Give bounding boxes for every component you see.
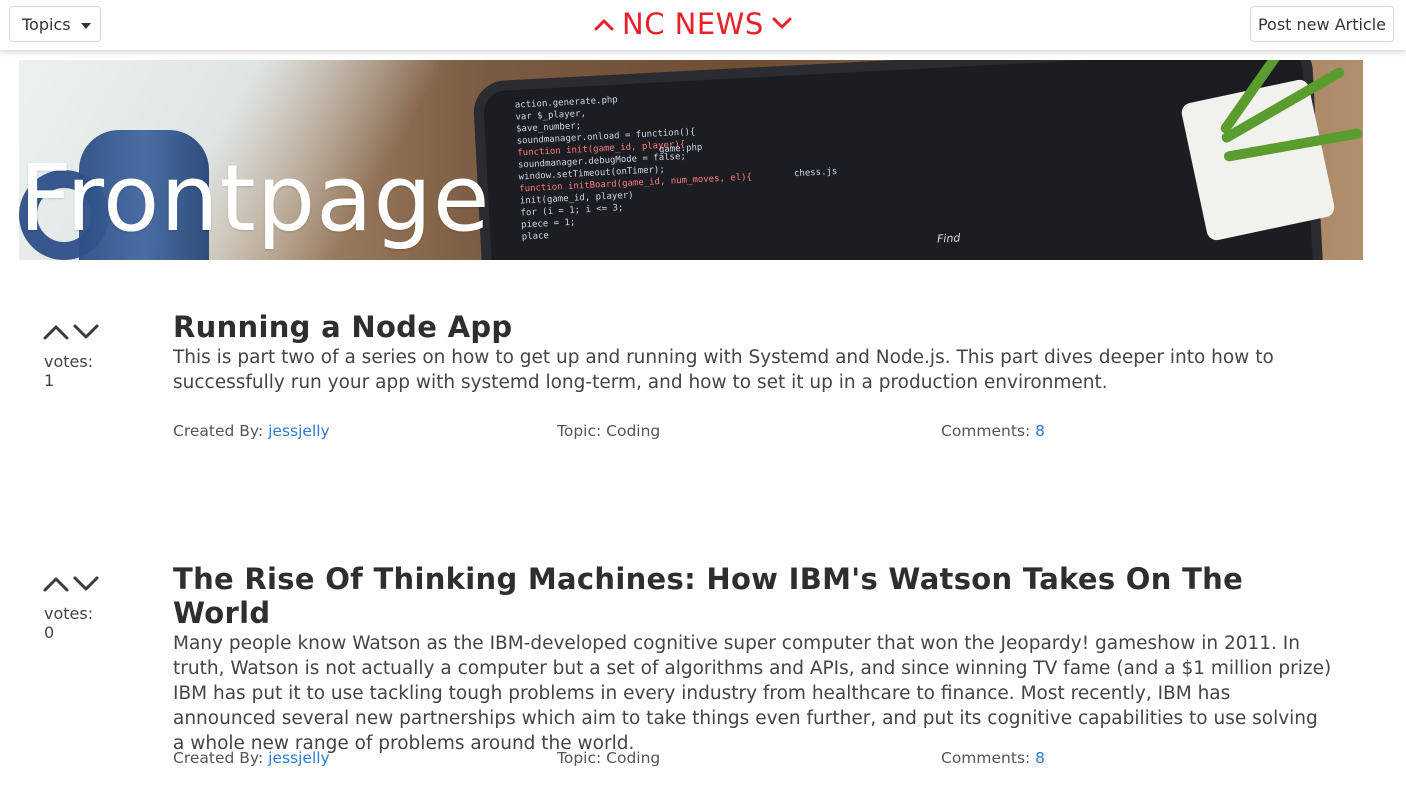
comments-field: Comments: 8	[941, 749, 1045, 767]
comments-prefix: Comments:	[941, 749, 1036, 767]
author-prefix: Created By:	[173, 422, 269, 440]
upvote-chevron-up-icon[interactable]	[42, 322, 70, 342]
upvote-chevron-up-icon[interactable]	[42, 574, 70, 594]
topic-label: Topic: Coding	[557, 749, 661, 767]
topic-label: Topic: Coding	[557, 422, 661, 440]
article-title[interactable]: Running a Node App	[173, 310, 1333, 344]
author-prefix: Created By:	[173, 749, 269, 767]
topics-dropdown-button[interactable]: Topics	[9, 6, 101, 42]
author-field: Created By: jessjelly	[173, 749, 330, 767]
article-body: This is part two of a series on how to g…	[173, 347, 1274, 393]
chevron-up-icon[interactable]	[594, 17, 614, 31]
vote-count: votes: 0	[44, 604, 94, 642]
article-card: The Rise Of Thinking Machines: How IBM's…	[173, 562, 1333, 756]
comments-link[interactable]: 8	[1035, 422, 1045, 440]
brand: NC NEWS	[594, 4, 792, 44]
article-body: Many people know Watson as the IBM-devel…	[173, 633, 1332, 754]
site-title[interactable]: NC NEWS	[622, 7, 764, 41]
comments-field: Comments: 8	[941, 422, 1045, 440]
code-snippet-graphic: action.generate.php var $_player, $ave_n…	[515, 77, 964, 260]
find-field-label: Find	[936, 231, 961, 246]
post-new-article-button[interactable]: Post new Article	[1250, 6, 1394, 42]
comments-prefix: Comments:	[941, 422, 1036, 440]
downvote-chevron-down-icon[interactable]	[72, 322, 100, 342]
downvote-chevron-down-icon[interactable]	[72, 574, 100, 594]
article-title[interactable]: The Rise Of Thinking Machines: How IBM's…	[173, 562, 1333, 630]
chevron-down-icon[interactable]	[772, 17, 792, 31]
vote-count: votes: 1	[44, 352, 94, 390]
hero-banner: action.generate.php var $_player, $ave_n…	[19, 60, 1363, 260]
page-title: Frontpage	[19, 145, 491, 252]
caret-down-icon	[80, 23, 91, 29]
article-card: Running a Node App This is part two of a…	[173, 310, 1333, 395]
author-field: Created By: jessjelly	[173, 422, 330, 440]
comments-link[interactable]: 8	[1035, 749, 1045, 767]
author-link[interactable]: jessjelly	[268, 749, 330, 767]
author-link[interactable]: jessjelly	[268, 422, 330, 440]
topics-label: Topics	[22, 14, 71, 34]
top-navbar: Topics NC NEWS Post new Article	[0, 0, 1406, 50]
plant-pot-graphic	[1179, 78, 1337, 242]
vote-panel: votes: 1	[38, 318, 108, 390]
vote-panel: votes: 0	[38, 570, 108, 642]
